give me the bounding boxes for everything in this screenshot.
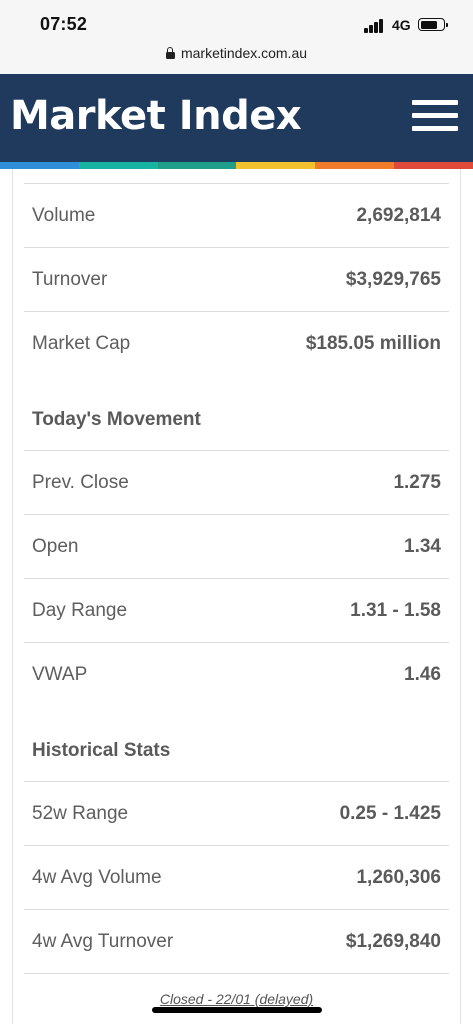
- stat-label: VWAP: [32, 664, 88, 685]
- stat-value: $185.05 million: [305, 333, 441, 354]
- stat-value: 1,260,306: [356, 867, 441, 888]
- stat-value: 2,692,814: [356, 205, 441, 226]
- stat-label: Day Range: [32, 600, 128, 621]
- battery-icon: [418, 18, 448, 31]
- stat-label: 52w Range: [32, 803, 129, 824]
- stat-row-prev-close: Prev. Close 1.275: [24, 450, 449, 514]
- stat-row-4w-avg-volume: 4w Avg Volume 1,260,306: [24, 845, 449, 909]
- stripe-segment: [157, 162, 237, 169]
- stat-label: Market Cap: [32, 333, 131, 354]
- lock-icon: [165, 47, 175, 59]
- stat-label: Prev. Close: [32, 472, 129, 493]
- stat-label: Volume: [32, 205, 96, 226]
- stat-value: $3,929,765: [345, 269, 441, 290]
- stat-label: Open: [32, 536, 79, 557]
- site-header: Market Index: [0, 74, 473, 162]
- browser-address-bar[interactable]: marketindex.com.au: [0, 44, 473, 74]
- stripe-segment: [315, 162, 395, 169]
- stat-value: $1,269,840: [345, 931, 441, 952]
- stat-value: 1.275: [393, 472, 441, 493]
- stat-label: 4w Avg Volume: [32, 867, 162, 888]
- stat-row-day-range: Day Range 1.31 - 1.58: [24, 578, 449, 642]
- stat-value: 0.25 - 1.425: [339, 803, 441, 824]
- section-title-todays-movement: Today's Movement: [32, 409, 201, 430]
- row-divider: [24, 973, 449, 974]
- stat-row-4w-avg-turnover: 4w Avg Turnover $1,269,840: [24, 909, 449, 973]
- section-title-historical-stats: Historical Stats: [32, 740, 171, 761]
- stat-value: 1.34: [404, 536, 441, 557]
- stat-value: 1.46: [404, 664, 441, 685]
- stripe-segment: [78, 162, 158, 169]
- stripe-segment: [0, 162, 79, 169]
- stat-row-turnover: Turnover $3,929,765: [24, 247, 449, 311]
- stat-value: 1.31 - 1.58: [350, 600, 441, 621]
- stat-row-52w-range: 52w Range 0.25 - 1.425: [24, 781, 449, 845]
- stat-row-vwap: VWAP 1.46: [24, 642, 449, 706]
- stripe-segment: [394, 162, 473, 169]
- stat-row-market-cap: Market Cap $185.05 million: [24, 311, 449, 375]
- cellular-signal-icon: [364, 19, 386, 33]
- home-indicator[interactable]: [152, 1007, 322, 1013]
- stat-row-volume: Volume 2,692,814: [24, 183, 449, 247]
- network-label: 4G: [392, 17, 411, 33]
- header-color-stripe: [0, 162, 473, 169]
- status-bar: 07:52 4G: [0, 0, 473, 44]
- url-text[interactable]: marketindex.com.au: [181, 45, 307, 61]
- stat-label: 4w Avg Turnover: [32, 931, 174, 952]
- hamburger-menu-icon[interactable]: [412, 100, 458, 132]
- stat-label: Turnover: [32, 269, 108, 290]
- stripe-segment: [236, 162, 316, 169]
- stock-stats-panel: Volume 2,692,814 Turnover $3,929,765 Mar…: [0, 169, 473, 1024]
- stat-row-open: Open 1.34: [24, 514, 449, 578]
- market-status-note[interactable]: Closed - 22/01 (delayed): [0, 991, 473, 1007]
- status-time: 07:52: [40, 14, 88, 34]
- site-logo[interactable]: Market Index: [10, 93, 302, 139]
